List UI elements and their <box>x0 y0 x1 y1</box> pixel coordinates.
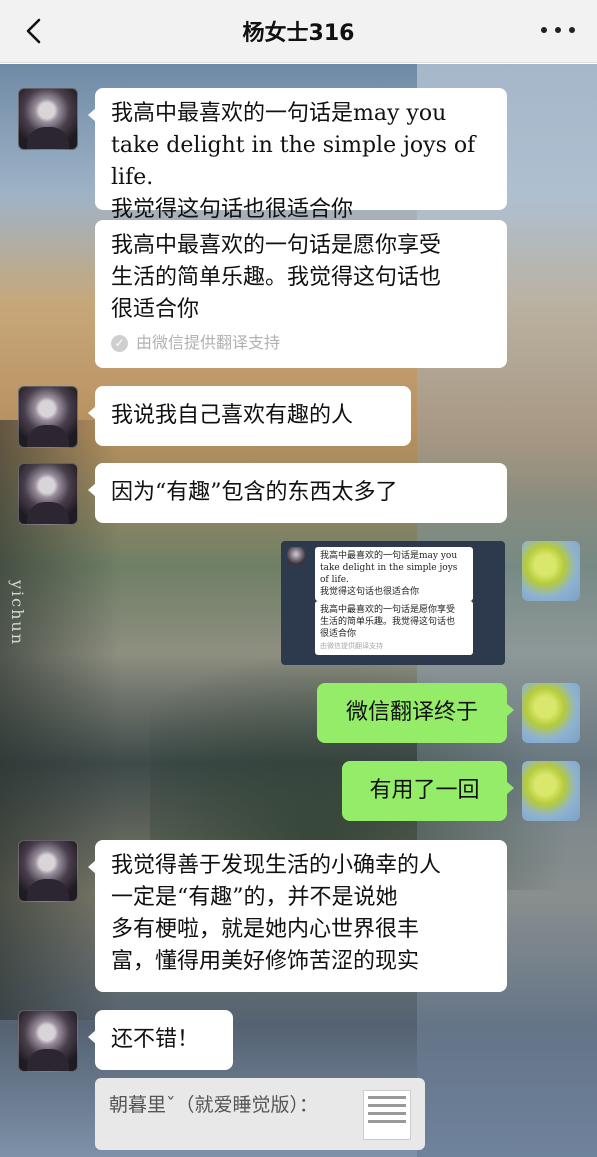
mini-translation-bubble: 我高中最喜欢的一句话是愿你享受 生活的简单乐趣。我觉得这句话也 很适合你 由微信… <box>315 601 473 655</box>
contact-avatar[interactable] <box>18 840 78 902</box>
contact-avatar[interactable] <box>18 88 78 150</box>
more-button[interactable] <box>541 18 575 42</box>
my-avatar[interactable] <box>522 541 580 601</box>
contact-avatar[interactable] <box>18 463 78 525</box>
message-bubble[interactable]: 我高中最喜欢的一句话是may you take delight in the s… <box>88 88 507 222</box>
my-message-bubble[interactable]: 微信翻译终于 <box>317 683 514 743</box>
mini-bubble: 我高中最喜欢的一句话是may you take delight in the s… <box>315 547 473 601</box>
quoted-message[interactable]: 朝暮里ˇ（就爱睡觉版）： <box>95 1078 425 1150</box>
background-watermark: yichun <box>8 580 27 647</box>
message-bubble[interactable]: 我觉得善于发现生活的小确幸的人 一定是“有趣”的，并不是说她 多有梗啦，就是她内… <box>88 840 507 992</box>
my-message-bubble[interactable]: 有用了一回 <box>342 761 514 821</box>
my-avatar[interactable] <box>522 683 580 743</box>
translation-note: ✓ 由微信提供翻译支持 <box>111 332 491 354</box>
contact-avatar[interactable] <box>18 386 78 448</box>
message-bubble[interactable]: 还不错！ <box>88 1010 233 1070</box>
chat-header: 杨女士316 <box>0 0 597 63</box>
more-dots-icon <box>541 27 547 33</box>
chat-title: 杨女士316 <box>242 21 355 46</box>
chevron-left-icon <box>26 18 41 44</box>
message-bubble[interactable]: 我说我自己喜欢有趣的人 <box>88 386 411 446</box>
back-button[interactable] <box>20 16 50 46</box>
quote-thumbnail <box>363 1090 411 1140</box>
check-circle-icon: ✓ <box>111 334 128 352</box>
translation-bubble[interactable]: 我高中最喜欢的一句话是愿你享受 生活的简单乐趣。我觉得这句话也 很适合你 ✓ 由… <box>95 220 507 368</box>
message-bubble[interactable]: 因为“有趣”包含的东西太多了 <box>88 463 507 523</box>
mini-avatar <box>287 547 305 565</box>
image-message[interactable]: 我高中最喜欢的一句话是may you take delight in the s… <box>281 541 505 665</box>
my-avatar[interactable] <box>522 761 580 821</box>
contact-avatar[interactable] <box>18 1010 78 1072</box>
